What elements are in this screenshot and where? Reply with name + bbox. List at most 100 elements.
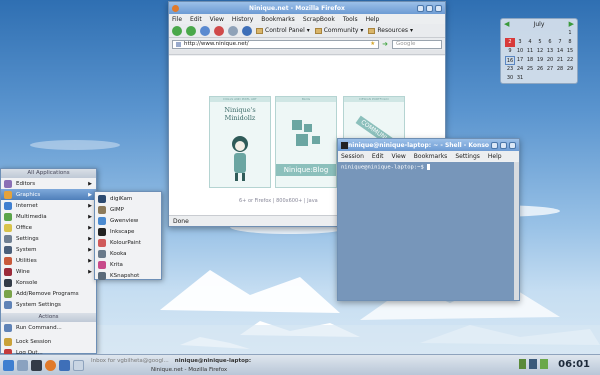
menu-help[interactable]: Help <box>366 16 380 23</box>
menu-scrapbook[interactable]: ScrapBook <box>303 16 335 23</box>
calendar-day[interactable]: 20 <box>545 56 555 65</box>
calendar-day[interactable]: 11 <box>525 47 535 56</box>
bookmark-control-panel[interactable]: Control Panel ▾ <box>256 27 310 34</box>
search-input[interactable]: Google <box>392 39 442 49</box>
clock[interactable]: 06:01 <box>558 359 590 370</box>
close-button[interactable] <box>435 4 442 12</box>
calendar-day[interactable]: 2 <box>505 38 515 47</box>
calendar-day[interactable]: 9 <box>505 47 515 56</box>
calendar-day[interactable]: 13 <box>545 47 555 56</box>
calendar-day[interactable]: 27 <box>545 65 555 74</box>
calendar-day[interactable]: 14 <box>555 47 565 56</box>
menu-edit[interactable]: Edit <box>372 153 384 160</box>
network-icon[interactable] <box>519 359 526 369</box>
back-arrow-icon[interactable] <box>172 25 182 36</box>
pager-icon[interactable] <box>73 359 84 371</box>
next-month-icon[interactable]: ▶ <box>569 20 574 28</box>
menu-item-system[interactable]: System ▶ <box>1 244 96 255</box>
firefox-launcher-icon[interactable] <box>45 359 56 371</box>
home-icon[interactable] <box>228 25 238 36</box>
minidollz-card[interactable]: DOLLS AND PIXEL ART Ninique's Minidollz <box>209 96 271 188</box>
menu-view[interactable]: View <box>392 153 406 160</box>
terminal-area[interactable]: ninique@ninique-laptop:~$ <box>338 162 519 300</box>
calendar-day[interactable]: 5 <box>535 38 545 47</box>
menu-item-internet[interactable]: Internet ▶ <box>1 200 96 211</box>
menu-item-system-settings[interactable]: System Settings <box>1 299 96 310</box>
menu-item-utilities[interactable]: Utilities ▶ <box>1 255 96 266</box>
calendar-day[interactable]: 1 <box>565 29 575 38</box>
menu-item-konsole[interactable]: Konsole <box>1 277 96 288</box>
go-icon[interactable]: ➜ <box>382 40 388 48</box>
menu-item-lock-session[interactable]: Lock Session <box>1 336 96 347</box>
blog-card[interactable]: BLOG Ninique:Blog <box>275 96 337 188</box>
calendar-day[interactable]: 16 <box>505 56 515 65</box>
terminal-scrollbar[interactable] <box>514 162 519 300</box>
menu-item-ksnapshot[interactable]: KSnapshot <box>95 270 161 281</box>
forward-arrow-icon[interactable] <box>186 25 196 36</box>
menu-item-add-remove-programs[interactable]: Add/Remove Programs <box>1 288 96 299</box>
maximize-button[interactable] <box>426 4 433 12</box>
menu-item-kolourpaint[interactable]: KolourPaint <box>95 237 161 248</box>
k-menu-button[interactable] <box>3 359 14 371</box>
menu-item-kooka[interactable]: Kooka <box>95 248 161 259</box>
stop-icon[interactable] <box>214 25 224 36</box>
menu-history[interactable]: History <box>232 16 253 23</box>
calendar-day[interactable]: 24 <box>515 65 525 74</box>
close-button[interactable] <box>509 141 516 149</box>
menu-edit[interactable]: Edit <box>190 16 202 23</box>
menu-bookmarks[interactable]: Bookmarks <box>261 16 295 23</box>
history-icon[interactable] <box>242 25 252 36</box>
konsole-titlebar[interactable]: ninique@ninique-laptop: ~ - Shell - Kons… <box>338 139 519 151</box>
maximize-button[interactable] <box>500 141 507 149</box>
menu-file[interactable]: File <box>172 16 182 23</box>
calendar-day[interactable]: 25 <box>525 65 535 74</box>
bookmark-community[interactable]: Community ▾ <box>314 27 363 34</box>
calendar-day[interactable]: 7 <box>555 38 565 47</box>
menu-session[interactable]: Session <box>341 153 364 160</box>
menu-item-editors[interactable]: Editors ▶ <box>1 178 96 189</box>
calendar-day[interactable]: 15 <box>565 47 575 56</box>
calendar-day[interactable]: 6 <box>545 38 555 47</box>
menu-item-krita[interactable]: Krita <box>95 259 161 270</box>
minimize-button[interactable] <box>417 4 424 12</box>
calendar-day[interactable]: 26 <box>535 65 545 74</box>
calendar-day[interactable]: 17 <box>515 56 525 65</box>
menu-settings[interactable]: Settings <box>455 153 480 160</box>
konsole-launcher-icon[interactable] <box>31 359 42 371</box>
menu-item-office[interactable]: Office ▶ <box>1 222 96 233</box>
calendar-day[interactable]: 28 <box>555 65 565 74</box>
menu-item-graphics[interactable]: Graphics ▶ <box>1 189 96 200</box>
calendar-day[interactable]: 23 <box>505 65 515 74</box>
menu-item-digikam[interactable]: digiKam <box>95 193 161 204</box>
calendar-day[interactable]: 12 <box>535 47 545 56</box>
calendar-day[interactable]: 4 <box>525 38 535 47</box>
minimize-button[interactable] <box>491 141 498 149</box>
menu-view[interactable]: View <box>210 16 224 23</box>
menu-item-wine[interactable]: Wine ▶ <box>1 266 96 277</box>
firefox-titlebar[interactable]: Ninique.net - Mozilla Firefox <box>169 2 445 14</box>
menu-item-inkscape[interactable]: Inkscape <box>95 226 161 237</box>
url-input[interactable]: http://www.ninique.net/ ★ <box>172 39 380 49</box>
calendar-day[interactable]: 30 <box>505 74 515 83</box>
menu-item-settings[interactable]: Settings ▶ <box>1 233 96 244</box>
task-firefox[interactable]: Ninique.net - Mozilla Firefox <box>148 365 328 374</box>
star-icon[interactable]: ★ <box>370 41 375 47</box>
calendar-day[interactable]: 8 <box>565 38 575 47</box>
previous-month-icon[interactable]: ◀ <box>504 20 509 28</box>
calendar-day[interactable]: 18 <box>525 56 535 65</box>
menu-item-run-command-[interactable]: Run Command... <box>1 322 96 333</box>
calendar-day[interactable]: 29 <box>565 65 575 74</box>
calendar-day[interactable]: 22 <box>565 56 575 65</box>
konsole-window[interactable]: ninique@ninique-laptop: ~ - Shell - Kons… <box>337 138 520 301</box>
battery-icon[interactable] <box>540 359 548 369</box>
menu-help[interactable]: Help <box>488 153 502 160</box>
task-inbox[interactable]: Inbox for vgbilheta@googl... <box>88 356 172 365</box>
task-konsole[interactable]: ninique@ninique-laptop: <box>172 356 254 365</box>
menu-tools[interactable]: Tools <box>343 16 358 23</box>
menu-item-gimp[interactable]: GIMP <box>95 204 161 215</box>
reload-icon[interactable] <box>200 25 210 36</box>
calendar-day[interactable]: 21 <box>555 56 565 65</box>
calendar-day[interactable]: 31 <box>515 74 525 83</box>
menu-bookmarks[interactable]: Bookmarks <box>414 153 448 160</box>
desktop-icon[interactable] <box>17 359 28 371</box>
